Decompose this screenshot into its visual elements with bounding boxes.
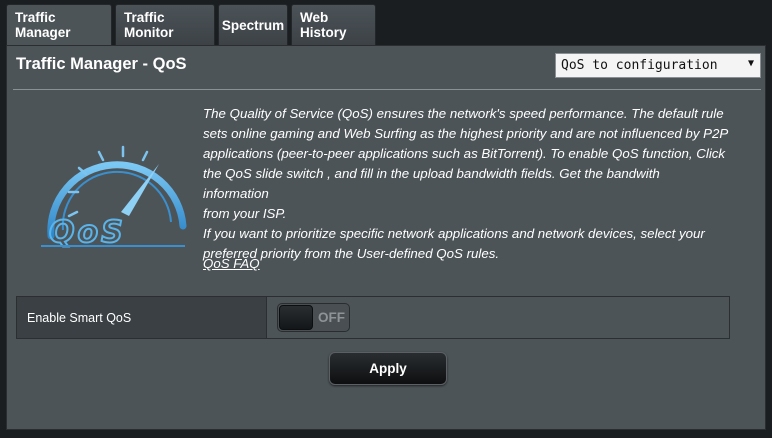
description-line: The Quality of Service (QoS) ensures the… [203, 106, 724, 121]
description-line: from your ISP. [203, 206, 287, 221]
apply-button[interactable]: Apply [329, 352, 447, 385]
tab-traffic-manager[interactable]: Traffic Manager [6, 4, 112, 45]
smart-qos-value-cell: OFF [266, 297, 729, 338]
toggle-state-text: OFF [318, 310, 345, 325]
smart-qos-label: Enable Smart QoS [17, 297, 266, 338]
page-title: Traffic Manager - QoS [16, 55, 187, 73]
qos-mode-select[interactable]: QoS to configuration ▼ [555, 53, 761, 78]
qos-logo-text: QoS [49, 215, 126, 248]
tab-traffic-monitor[interactable]: Traffic Monitor [115, 4, 215, 45]
qos-panel: Traffic Manager - QoS QoS to configurati… [6, 45, 766, 430]
qos-description: The Quality of Service (QoS) ensures the… [203, 104, 729, 264]
description-line: the QoS slide switch , and fill in the u… [203, 166, 660, 201]
description-line: If you want to prioritize specific netwo… [203, 226, 705, 241]
divider [13, 89, 761, 90]
chevron-down-icon: ▼ [747, 58, 754, 69]
tab-bar: Traffic Manager Traffic Monitor Spectrum… [6, 4, 376, 45]
tab-spectrum[interactable]: Spectrum [218, 4, 288, 45]
description-line: sets online gaming and Web Surfing as th… [203, 126, 729, 141]
description-line: preferred priority from the User-defined… [203, 246, 500, 261]
toggle-knob [279, 305, 313, 330]
qos-speedometer-icon: QoS [41, 145, 187, 248]
tab-web-history[interactable]: Web History [291, 4, 376, 45]
description-line: applications (peer-to-peer applications … [203, 146, 726, 161]
qos-mode-select-value: QoS to configuration [561, 58, 718, 73]
qos-faq-link[interactable]: QoS FAQ [203, 256, 260, 271]
smart-qos-row: Enable Smart QoS OFF [16, 296, 730, 339]
smart-qos-toggle[interactable]: OFF [277, 303, 350, 332]
